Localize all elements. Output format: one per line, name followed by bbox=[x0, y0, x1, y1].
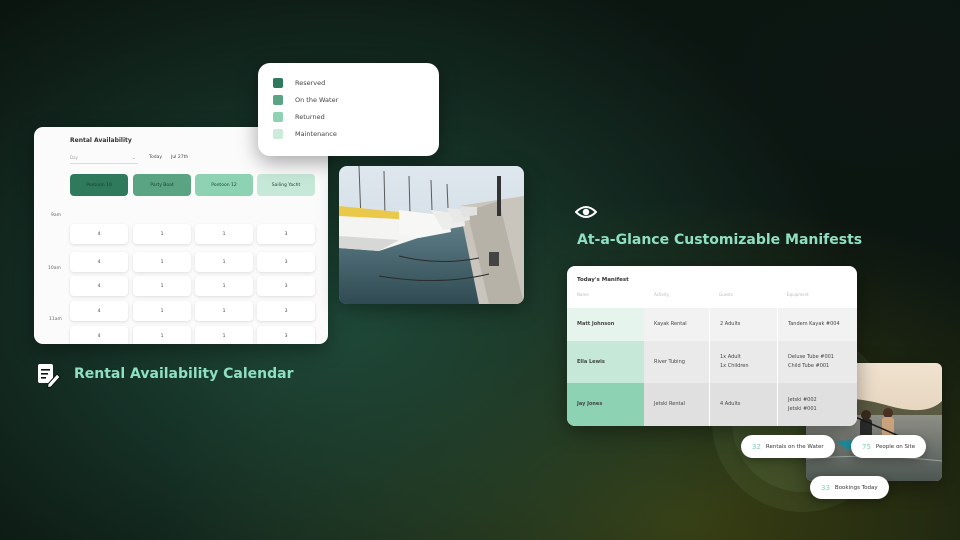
stat-bookings-today: 33 Bookings Today bbox=[810, 476, 889, 499]
resource-label: Party Boat bbox=[150, 182, 174, 188]
time-label: 10am bbox=[48, 266, 61, 271]
availability-cell[interactable]: 1 bbox=[133, 276, 191, 296]
stat-value: 75 bbox=[862, 442, 871, 451]
availability-cell[interactable]: 4 bbox=[70, 276, 128, 296]
legend-item-maintenance: Maintenance bbox=[273, 129, 337, 139]
guest-line: 1x Children bbox=[720, 363, 749, 369]
availability-cell[interactable]: 3 bbox=[257, 276, 315, 296]
availability-cell[interactable]: 1 bbox=[133, 224, 191, 244]
calendar-feature-label: Rental Availability Calendar bbox=[74, 366, 294, 382]
legend-item-returned: Returned bbox=[273, 112, 325, 122]
legend-swatch bbox=[273, 129, 283, 139]
view-select-value: Day bbox=[70, 155, 78, 160]
eye-icon bbox=[574, 204, 598, 220]
legend-item-on-the-water: On the Water bbox=[273, 95, 338, 105]
equipment-line: Jetski #001 bbox=[788, 405, 817, 412]
availability-cell[interactable]: 4 bbox=[70, 252, 128, 272]
availability-cell[interactable]: 4 bbox=[70, 224, 128, 244]
availability-cell[interactable]: 1 bbox=[195, 326, 253, 344]
column-header[interactable]: Activity bbox=[654, 292, 669, 297]
legend-swatch bbox=[273, 95, 283, 105]
guest-line: 1x Adult bbox=[720, 354, 741, 360]
availability-cell[interactable]: 1 bbox=[195, 276, 253, 296]
cell-equipment: Deluxe Tube #001 Child Tube #001 bbox=[777, 341, 857, 383]
table-row[interactable]: Matt Johnson Kayak Rental 2 Adults Tande… bbox=[567, 308, 857, 341]
legend-label: On the Water bbox=[295, 96, 339, 104]
manifest-feature-label: At-a-Glance Customizable Manifests bbox=[577, 232, 863, 248]
cell-activity: River Tubing bbox=[654, 358, 685, 365]
availability-cell[interactable]: 1 bbox=[133, 301, 191, 321]
availability-cell[interactable]: 4 bbox=[70, 326, 128, 344]
resource-label: Sailing Yacht bbox=[271, 182, 301, 188]
stat-label: People on Site bbox=[875, 443, 916, 450]
view-select[interactable]: Day ⌄ bbox=[70, 153, 138, 164]
resource-header-sailing-yacht[interactable]: Sailing Yacht bbox=[257, 174, 315, 196]
cell-activity: Kayak Rental bbox=[654, 321, 687, 327]
time-label: 11am bbox=[49, 317, 62, 322]
availability-cell[interactable]: 1 bbox=[195, 252, 253, 272]
column-header[interactable]: Guests bbox=[719, 292, 733, 297]
availability-cell[interactable]: 1 bbox=[133, 326, 191, 344]
availability-cell[interactable]: 1 bbox=[195, 301, 253, 321]
legend-label: Maintenance bbox=[295, 130, 337, 138]
cell-equipment: Jetski #002 Jetski #001 bbox=[777, 383, 857, 426]
resource-header-pontoon-12[interactable]: Pontoon 12 bbox=[195, 174, 253, 196]
cell-name: Matt Johnson bbox=[567, 308, 644, 341]
stat-label: Rentals on the Water bbox=[765, 443, 824, 450]
equipment-line: Deluxe Tube #001 bbox=[788, 354, 834, 360]
stat-people-on-site: 75 People on Site bbox=[851, 435, 927, 458]
manifest-title: Today's Manifest bbox=[577, 277, 629, 283]
calendar-title: Rental Availability bbox=[70, 137, 132, 144]
time-label: 9am bbox=[51, 213, 62, 218]
legend-label: Reserved bbox=[295, 79, 326, 87]
availability-cell[interactable]: 1 bbox=[133, 252, 191, 272]
resource-header-pontoon-10[interactable]: Pontoon 10 bbox=[70, 174, 128, 196]
availability-cell[interactable]: 3 bbox=[257, 224, 315, 244]
stat-label: Bookings Today bbox=[834, 484, 878, 491]
guest-line: 2 Adults bbox=[720, 321, 741, 327]
resource-header-party-boat[interactable]: Party Boat bbox=[133, 174, 191, 196]
legend-swatch bbox=[273, 78, 283, 88]
table-row[interactable]: Jay Jones Jetski Rental 4 Adults Jetski … bbox=[567, 383, 857, 426]
availability-cell[interactable]: 3 bbox=[257, 326, 315, 344]
availability-cell[interactable]: 1 bbox=[195, 224, 253, 244]
status-legend: Reserved On the Water Returned Maintenan… bbox=[258, 63, 439, 156]
cell-equipment: Tandem Kayak #004 bbox=[777, 308, 857, 341]
cell-guests: 2 Adults bbox=[709, 308, 777, 341]
cell-name: Jay Jones bbox=[567, 383, 644, 426]
legend-item-reserved: Reserved bbox=[273, 78, 325, 88]
current-date: Jul 27th bbox=[171, 155, 189, 160]
cell-name: Ella Lewis bbox=[567, 341, 644, 383]
availability-cell[interactable]: 4 bbox=[70, 301, 128, 321]
column-header[interactable]: Name bbox=[577, 292, 589, 297]
resource-label: Pontoon 12 bbox=[211, 182, 237, 188]
availability-cell[interactable]: 3 bbox=[257, 252, 315, 272]
equipment-line: Tandem Kayak #004 bbox=[788, 321, 840, 327]
stat-value: 33 bbox=[821, 483, 830, 492]
legend-swatch bbox=[273, 112, 283, 122]
document-edit-icon bbox=[36, 362, 62, 389]
equipment-line: Child Tube #001 bbox=[788, 363, 830, 369]
cell-guests: 1x Adult 1x Children bbox=[709, 341, 777, 383]
guest-line: 4 Adults bbox=[720, 401, 741, 407]
equipment-line: Jetski #002 bbox=[788, 396, 817, 403]
stat-value: 32 bbox=[752, 442, 761, 451]
cell-activity: Jetski Rental bbox=[654, 401, 685, 407]
todays-manifest-card: Today's Manifest Name Activity Guests Eq… bbox=[567, 266, 857, 426]
table-row[interactable]: Ella Lewis River Tubing 1x Adult 1x Chil… bbox=[567, 341, 857, 383]
stat-rentals-on-water: 32 Rentals on the Water bbox=[741, 435, 835, 458]
today-button[interactable]: Today bbox=[149, 155, 162, 160]
availability-cell[interactable]: 3 bbox=[257, 301, 315, 321]
column-header[interactable]: Equipment bbox=[787, 292, 809, 297]
resource-label: Pontoon 10 bbox=[86, 182, 112, 188]
cell-guests: 4 Adults bbox=[709, 383, 777, 426]
rental-calendar-card: Rental Availability Day ⌄ Today Jul 27th… bbox=[34, 127, 328, 344]
marina-boats-photo bbox=[339, 166, 524, 304]
chevron-down-icon: ⌄ bbox=[131, 155, 136, 161]
legend-label: Returned bbox=[295, 113, 325, 121]
